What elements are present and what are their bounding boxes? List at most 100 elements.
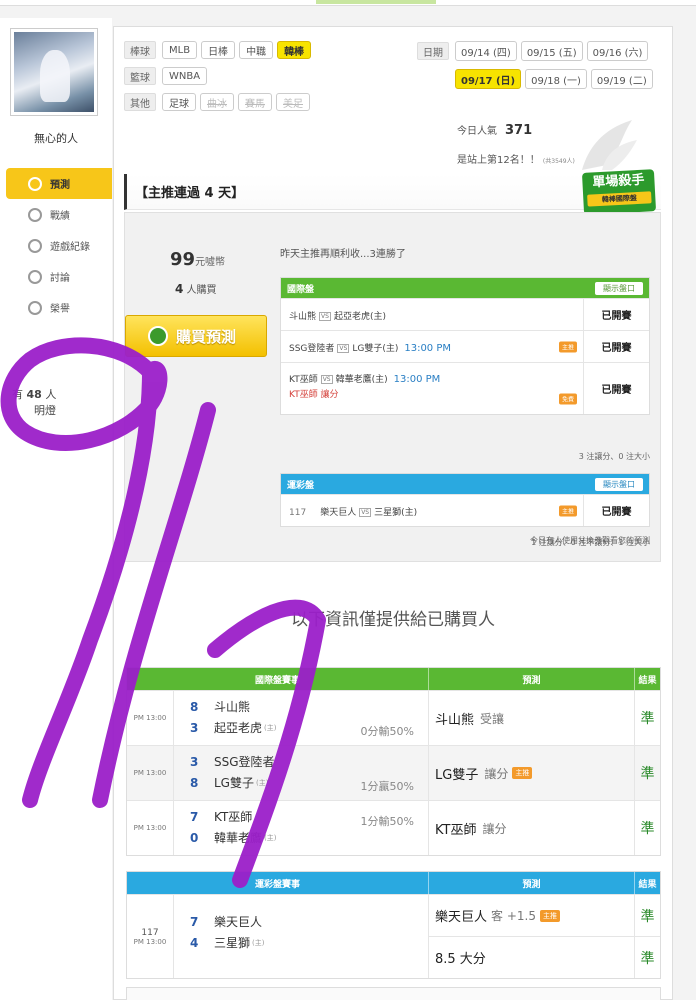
circle-icon xyxy=(28,238,42,253)
sidebar-item-predict[interactable]: 預測 xyxy=(6,168,112,199)
result-row: PM 13:00 3 SSG登陸者 8 LG雙子 (主) 1分贏50% LG雙子 讓分主… xyxy=(127,745,660,800)
team-name: 斗山熊 xyxy=(214,700,251,714)
team-home: 三星獅(主) xyxy=(374,508,418,518)
date-chip[interactable]: 09/19 (二) xyxy=(590,69,653,89)
results-header: 運彩盤賽事 預測 結果 xyxy=(127,872,660,894)
vs-icon: VS xyxy=(319,312,331,321)
result-mark: 準 xyxy=(640,908,655,925)
price-unit: 元噓幣 xyxy=(195,257,226,268)
score: 4 xyxy=(190,935,199,950)
vs-icon: VS xyxy=(359,508,372,517)
filter-chip-wnba[interactable]: WNBA xyxy=(162,67,208,85)
team-away: 樂天巨人 xyxy=(320,508,357,518)
buy-prediction-button[interactable]: 購買預測 xyxy=(125,315,267,357)
medal-icon xyxy=(28,300,42,315)
result-mark: 準 xyxy=(635,936,660,978)
match-row: SSG登陸者 VS LG雙子(主) 13:00 PM 主推 已開賽 xyxy=(281,330,649,362)
intl-results-table: 國際盤賽事 預測 結果 PM 13:00 8 斗山熊 3 起亞老虎 (主) 0分輸50… xyxy=(126,667,661,856)
free-tag: 免費 xyxy=(558,393,577,405)
vs-icon: VS xyxy=(320,375,333,384)
game-time: PM 13:00 xyxy=(133,769,167,777)
show-odds-button[interactable]: 顯示盤口 xyxy=(595,281,643,295)
filter-chip-npb[interactable]: 日棒 xyxy=(201,41,236,59)
chat-icon xyxy=(28,207,42,222)
col-game: 國際盤賽事 xyxy=(254,675,300,686)
badge-title: 單場殺手 xyxy=(592,172,645,191)
team-name: LG雙子 xyxy=(214,776,254,790)
filter-label: 棒球 xyxy=(124,41,156,59)
sidebar-item-label: 預測 xyxy=(50,180,70,191)
filter-chip-cpbl[interactable]: 中職 xyxy=(239,41,274,59)
rank-text: 是站上第12名！！ xyxy=(457,155,540,166)
main-pick-tag: 主推 xyxy=(558,505,577,516)
col-prediction: 預測 xyxy=(428,872,634,894)
popularity-label: 今日人氣 xyxy=(457,126,497,137)
team-name: KT巫師 xyxy=(214,810,253,824)
pick-type: 客 +1.5 xyxy=(491,909,536,923)
popularity-value: 371 xyxy=(505,123,533,138)
popularity: 今日人氣 371 xyxy=(457,122,532,138)
main-pick-tag: 主推 xyxy=(512,767,533,779)
lottery-table-header: 運彩盤 顯示盤口 xyxy=(281,474,649,494)
main-pick-tag: 主推 xyxy=(539,909,560,922)
col-result: 結果 xyxy=(634,872,660,894)
side-nav: 預測 戰績 遊戲紀錄 討論 榮譽 xyxy=(6,168,112,323)
date-chip[interactable]: 09/15 (五) xyxy=(520,41,583,61)
buyer-count-unit: 人購買 xyxy=(186,285,217,296)
follower-note-line2: 明燈 xyxy=(34,404,56,417)
pick-total: 8.5 大分 xyxy=(435,952,486,967)
show-odds-button[interactable]: 顯示盤口 xyxy=(595,477,643,491)
date-chip-selected[interactable]: 09/17 (日) xyxy=(455,69,522,89)
avatar-frame[interactable] xyxy=(10,28,98,116)
match-time: 13:00 PM xyxy=(404,343,451,354)
lottery-results-table: 運彩盤賽事 預測 結果 117 PM 13:00 7 樂天巨人 4 三星獅 (主) 樂天… xyxy=(126,871,661,979)
sidebar-item-label: 戰績 xyxy=(50,211,70,222)
sidebar-item-honor[interactable]: 榮譽 xyxy=(6,292,112,323)
filter-chip-kbo[interactable]: 韓棒 xyxy=(277,41,312,59)
next-section-edge xyxy=(126,987,661,1000)
filter-label: 籃球 xyxy=(124,67,156,85)
team-away: SSG登陸者 xyxy=(289,344,335,354)
vs-icon: VS xyxy=(337,344,350,353)
follower-note-suffix: 人 xyxy=(45,388,57,401)
col-prediction: 預測 xyxy=(428,668,634,690)
team-home: 起亞老虎(主) xyxy=(333,312,386,322)
search-icon xyxy=(28,269,42,284)
score: 7 xyxy=(190,914,199,929)
pick-type: 讓分 xyxy=(482,821,507,836)
intl-table-title: 國際盤 xyxy=(287,284,315,295)
main-panel: 棒球 MLB 日棒 中職 韓棒 籃球 WNBA 其他 足球 曲冰 賽馬 美足 日… xyxy=(113,26,673,1000)
recap-text: 昨天主推再順利收...3連勝了 xyxy=(280,249,406,260)
result-mark: 準 xyxy=(634,801,660,855)
sidebar-item-record[interactable]: 戰績 xyxy=(6,199,112,230)
sport-filters: 棒球 MLB 日棒 中職 韓棒 籃球 WNBA 其他 足球 曲冰 賽馬 美足 xyxy=(124,39,315,117)
result-row: 117 PM 13:00 7 樂天巨人 4 三星獅 (主) 樂天巨人客 +1.5 主推 8… xyxy=(127,894,660,978)
follower-note-prefix: 有 xyxy=(12,388,23,401)
top-strip xyxy=(0,0,696,6)
score: 0 xyxy=(190,830,199,845)
date-chip[interactable]: 09/18 (一) xyxy=(525,69,587,89)
date-picker: 日期 09/14 (四) 09/15 (五) 09/16 (六) 09/17 (… xyxy=(417,39,657,95)
date-chip[interactable]: 09/16 (六) xyxy=(586,41,649,61)
streak-banner: 【主推連過 4 天】 單場殺手 韓棒國際盤 xyxy=(124,169,661,215)
username[interactable]: 無心的人 xyxy=(0,130,112,146)
filter-chip-hockey: 曲冰 xyxy=(200,93,234,111)
sidebar-item-history[interactable]: 遊戲紀錄 xyxy=(6,230,112,261)
filter-chip-mlb[interactable]: MLB xyxy=(162,41,198,59)
match-status: 已開賽 xyxy=(583,331,649,362)
team-name: 樂天巨人 xyxy=(214,915,263,929)
rank-total: (共3549人) xyxy=(542,158,575,165)
date-chip[interactable]: 09/14 (四) xyxy=(455,41,517,61)
team-away: KT巫師 xyxy=(289,375,318,385)
sidebar-item-discuss[interactable]: 討論 xyxy=(6,261,112,292)
buyer-count: 4 人購買 xyxy=(175,281,217,296)
score: 8 xyxy=(190,775,199,790)
filter-chip-soccer[interactable]: 足球 xyxy=(162,93,196,111)
host-mark: (主) xyxy=(264,723,277,732)
intl-table-header: 國際盤 顯示盤口 xyxy=(281,278,649,298)
score: 8 xyxy=(190,699,199,714)
col-game: 運彩盤賽事 xyxy=(254,879,300,890)
avatar[interactable] xyxy=(14,32,94,112)
match-row: 斗山熊 VS 起亞老虎(主) 已開賽 xyxy=(281,298,649,330)
date-label: 日期 xyxy=(417,42,449,60)
